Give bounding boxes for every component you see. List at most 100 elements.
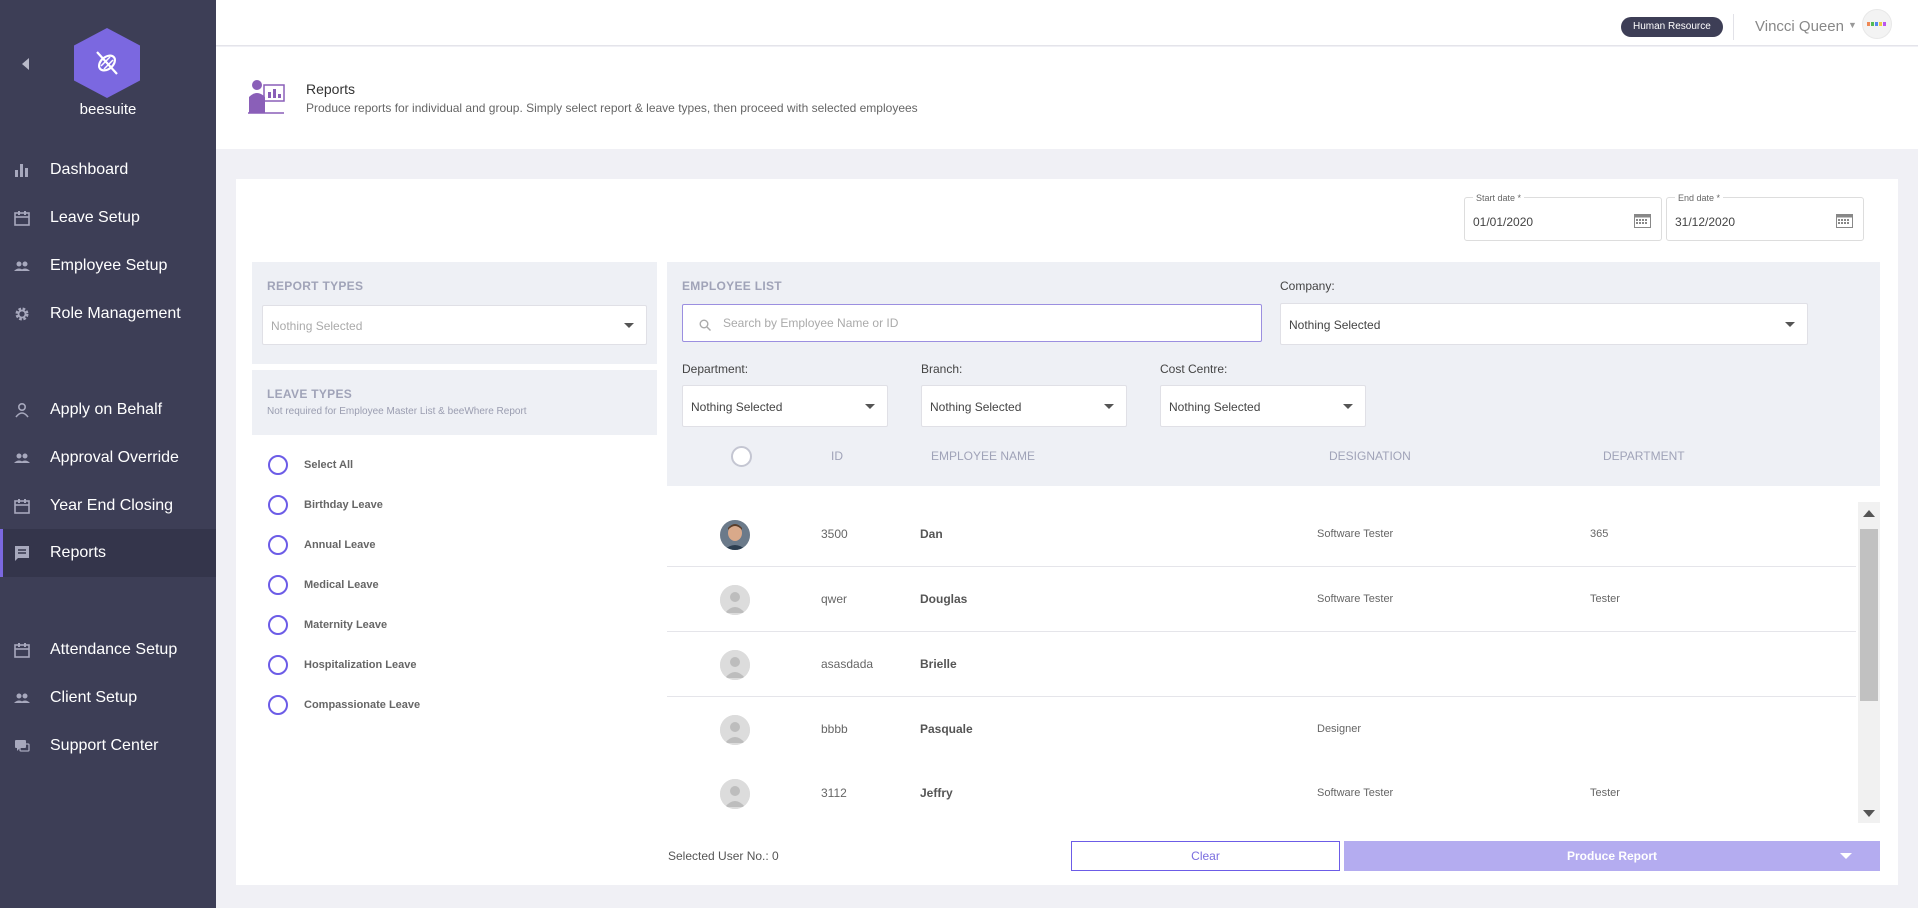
table-row[interactable]: qwer Douglas Software Tester Tester [667,567,1856,632]
employee-name: Dan [920,527,943,541]
logo-text: beesuite [79,101,137,118]
user-icon [13,402,30,419]
user-avatar[interactable] [1862,9,1892,39]
table-row[interactable]: 3500 Dan Software Tester 365 [667,502,1856,567]
leave-type-label: Medical Leave [304,579,379,591]
search-icon [699,318,711,331]
employee-designation: Software Tester [1317,528,1394,540]
radio-button[interactable] [268,535,288,555]
sidebar-item-apply-on-behalf[interactable]: Apply on Behalf [0,386,216,434]
chevron-down-icon [1785,322,1795,327]
leave-type-medical[interactable]: Medical Leave [268,573,379,597]
employee-name: Brielle [920,657,957,671]
cost-centre-selected: Nothing Selected [1169,400,1261,414]
cost-centre-label: Cost Centre: [1160,362,1228,376]
company-select[interactable]: Nothing Selected [1280,303,1808,345]
employee-id: asasdada [821,657,874,671]
column-header-employee-name[interactable]: EMPLOYEE NAME [931,449,1035,463]
column-header-id[interactable]: ID [831,449,843,463]
end-date-value: 31/12/2020 [1675,215,1736,229]
chevron-down-icon [624,323,634,328]
employee-name: Pasquale [920,722,973,736]
radio-button[interactable] [268,695,288,715]
employee-designation: Software Tester [1317,787,1394,799]
search-input[interactable] [723,313,1243,333]
clear-button[interactable]: Clear [1071,841,1340,871]
header-divider [1733,14,1734,40]
sidebar-item-label: Attendance Setup [50,641,178,658]
produce-report-button[interactable]: Produce Report [1344,841,1880,871]
department-selected: Nothing Selected [691,400,783,414]
radio-button[interactable] [268,615,288,635]
sidebar-item-client-setup[interactable]: Client Setup [0,674,216,722]
column-header-designation[interactable]: DESIGNATION [1329,449,1411,463]
branch-label: Branch: [921,362,963,376]
scroll-thumb[interactable] [1860,529,1878,701]
leave-type-annual[interactable]: Annual Leave [268,533,376,557]
employee-department: Tester [1590,787,1620,799]
sidebar: beesuite Dashboard Leave Setup Employee … [0,0,216,908]
users-icon [13,450,30,467]
employee-department: Tester [1590,593,1620,605]
report-types-select[interactable]: Nothing Selected [262,305,647,345]
sidebar-item-support-center[interactable]: Support Center [0,722,216,770]
calendar-icon[interactable] [1836,213,1853,228]
sidebar-item-employee-setup[interactable]: Employee Setup [0,242,216,290]
end-date-field[interactable]: End date * 31/12/2020 [1666,193,1864,241]
radio-button[interactable] [268,575,288,595]
sidebar-item-year-end-closing[interactable]: Year End Closing [0,482,216,530]
sidebar-item-approval-override[interactable]: Approval Override [0,434,216,482]
calendar-icon [13,210,30,227]
start-date-field[interactable]: Start date * 01/01/2020 [1464,193,1662,241]
branch-select[interactable]: Nothing Selected [921,385,1127,427]
scroll-up-icon[interactable] [1863,510,1875,517]
users-icon [13,690,30,707]
sidebar-item-label: Approval Override [50,449,179,466]
sidebar-item-reports[interactable]: Reports [0,529,216,577]
chevron-down-icon [1104,404,1114,409]
collapse-sidebar-icon[interactable] [22,58,29,70]
sidebar-item-role-management[interactable]: Role Management [0,290,216,338]
gear-icon [13,306,30,323]
chevron-down-icon[interactable]: ▼ [1848,20,1857,30]
radio-button[interactable] [268,455,288,475]
sidebar-item-dashboard[interactable]: Dashboard [0,146,216,194]
employee-list-title: EMPLOYEE LIST [682,279,782,293]
leave-type-birthday[interactable]: Birthday Leave [268,493,383,517]
scroll-down-icon[interactable] [1863,810,1875,817]
chevron-down-icon[interactable] [1840,853,1852,859]
leave-type-label: Hospitalization Leave [304,659,417,671]
table-row[interactable]: 3112 Jeffry Software Tester Tester [667,761,1856,814]
column-header-department[interactable]: DEPARTMENT [1603,449,1685,463]
department-label: Department: [682,362,749,376]
leave-type-label: Annual Leave [304,539,376,551]
employee-id: 3112 [821,786,847,800]
leave-type-maternity[interactable]: Maternity Leave [268,613,387,637]
table-row[interactable]: asasdada Brielle [667,632,1856,697]
table-scrollbar[interactable] [1858,502,1880,823]
radio-button[interactable] [268,495,288,515]
leave-type-label: Select All [304,459,354,471]
employee-search[interactable] [682,304,1262,342]
select-all-employees-radio[interactable] [731,446,752,467]
logo-icon [74,28,140,98]
leave-type-compassionate[interactable]: Compassionate Leave [268,693,420,717]
leave-type-hospitalization[interactable]: Hospitalization Leave [268,653,416,677]
cost-centre-select[interactable]: Nothing Selected [1160,385,1366,427]
users-icon [13,258,30,275]
calendar-icon[interactable] [1634,213,1651,228]
radio-button[interactable] [268,655,288,675]
sidebar-item-attendance-setup[interactable]: Attendance Setup [0,626,216,674]
role-badge[interactable]: Human Resource [1621,17,1723,37]
leave-type-select-all[interactable]: Select All [268,453,353,477]
calendar-icon [13,642,30,659]
table-row[interactable]: bbbb Pasquale Designer [667,697,1856,762]
branch-selected: Nothing Selected [930,400,1022,414]
department-select[interactable]: Nothing Selected [682,385,888,427]
sidebar-item-leave-setup[interactable]: Leave Setup [0,194,216,242]
leave-type-label: Compassionate Leave [304,699,421,711]
leave-types-note: Not required for Employee Master List & … [267,406,527,417]
page-header: Reports Produce reports for individual a… [216,47,1918,149]
user-name[interactable]: Vincci Queen [1755,18,1844,35]
avatar-placeholder-icon [720,585,750,615]
